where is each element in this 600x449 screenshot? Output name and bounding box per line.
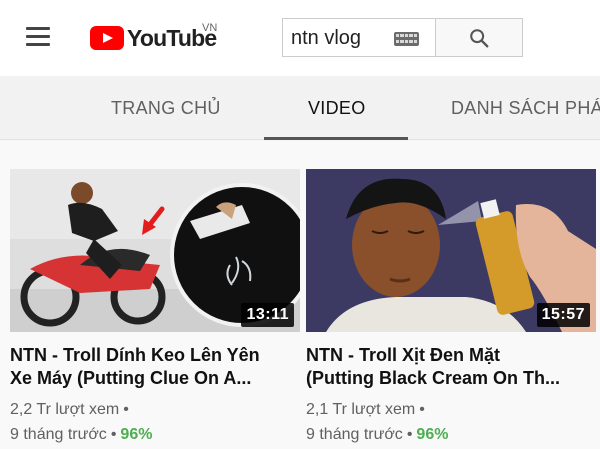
channel-tabs: TRANG CHỦ VIDEO DANH SÁCH PHÁ bbox=[0, 76, 600, 140]
separator-dot: • bbox=[406, 426, 413, 443]
video-views-row: 2,1 Tr lượt xem • bbox=[306, 401, 429, 419]
video-title-line: (Putting Black Cream On Th... bbox=[306, 368, 561, 388]
tab-playlists[interactable]: DANH SÁCH PHÁ bbox=[451, 98, 600, 119]
video-views: 2,2 Tr lượt xem bbox=[10, 401, 120, 418]
youtube-logo[interactable]: YouTube bbox=[90, 20, 217, 56]
separator-dot: • bbox=[419, 401, 425, 418]
search-button[interactable] bbox=[435, 18, 523, 57]
video-thumbnail[interactable]: 15:57 bbox=[306, 169, 596, 332]
video-age-row: 9 tháng trước • 96% bbox=[10, 426, 152, 444]
video-age-row: 9 tháng trước • 96% bbox=[306, 426, 448, 444]
keyboard-icon[interactable] bbox=[394, 32, 419, 46]
video-grid: 13:11 NTN - Troll Dính Keo Lên Yên Xe Má… bbox=[0, 141, 600, 449]
video-thumbnail[interactable]: 13:11 bbox=[10, 169, 300, 332]
logo-region-code: VN bbox=[202, 22, 218, 34]
separator-dot: • bbox=[123, 401, 129, 418]
video-title[interactable]: NTN - Troll Xịt Đen Mặt (Putting Black C… bbox=[306, 344, 596, 390]
separator-dot: • bbox=[110, 426, 117, 443]
top-app-bar: YouTube VN bbox=[0, 0, 600, 76]
video-title-line: NTN - Troll Dính Keo Lên Yên bbox=[10, 345, 260, 365]
search-bar bbox=[282, 18, 523, 57]
video-rating: 96% bbox=[416, 426, 449, 443]
search-input[interactable] bbox=[291, 26, 391, 50]
video-age: 9 tháng trước bbox=[306, 426, 403, 443]
video-title-line: NTN - Troll Xịt Đen Mặt bbox=[306, 345, 501, 365]
video-views: 2,1 Tr lượt xem bbox=[306, 401, 416, 418]
menu-icon[interactable] bbox=[26, 27, 52, 47]
tab-video[interactable]: VIDEO bbox=[308, 98, 366, 119]
search-icon bbox=[470, 28, 489, 47]
tab-home[interactable]: TRANG CHỦ bbox=[111, 98, 221, 119]
search-box[interactable] bbox=[282, 18, 435, 57]
video-title-line: Xe Máy (Putting Clue On A... bbox=[10, 368, 252, 388]
video-duration: 15:57 bbox=[536, 303, 590, 327]
active-tab-indicator bbox=[264, 137, 408, 140]
youtube-play-icon bbox=[90, 26, 124, 50]
video-duration: 13:11 bbox=[241, 303, 294, 327]
video-rating: 96% bbox=[120, 426, 153, 443]
video-views-row: 2,2 Tr lượt xem • bbox=[10, 401, 133, 419]
video-title[interactable]: NTN - Troll Dính Keo Lên Yên Xe Máy (Put… bbox=[10, 344, 300, 390]
video-age: 9 tháng trước bbox=[10, 426, 107, 443]
